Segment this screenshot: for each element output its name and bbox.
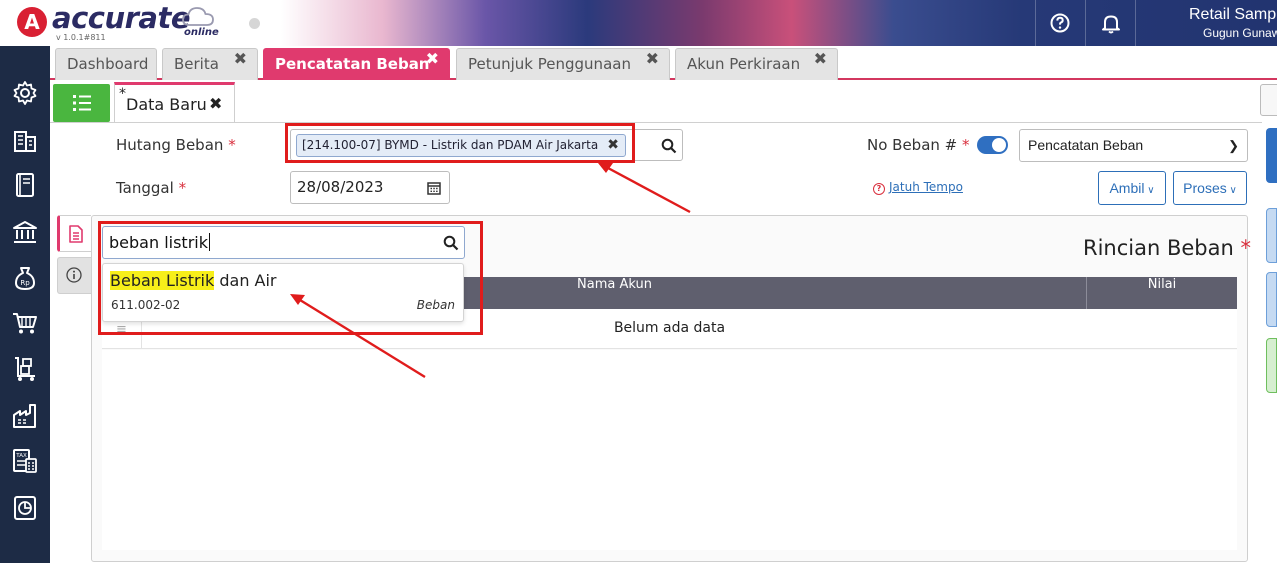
logo-badge: A bbox=[17, 7, 47, 37]
logo-text: accurate bbox=[52, 1, 191, 35]
tab-petunjuk-penggunaan[interactable]: Petunjuk Penggunaan ✖ bbox=[456, 48, 670, 80]
tab-dashboard[interactable]: Dashboard bbox=[55, 48, 157, 80]
grid-empty-area bbox=[102, 350, 1237, 550]
header-divider bbox=[1085, 0, 1086, 46]
right-action-button[interactable] bbox=[1266, 128, 1277, 183]
building-icon[interactable] bbox=[11, 126, 39, 154]
annotation-box bbox=[98, 221, 483, 335]
auto-number-toggle[interactable] bbox=[977, 136, 1008, 154]
subtab-label: Data Baru bbox=[126, 95, 207, 114]
cloud-icon bbox=[182, 7, 214, 26]
chevron-down-icon: ❯ bbox=[1228, 138, 1239, 153]
report-icon[interactable] bbox=[11, 494, 39, 522]
svg-text:TAX: TAX bbox=[15, 453, 27, 459]
side-tab-detail[interactable] bbox=[57, 215, 91, 252]
annotation-box bbox=[285, 123, 635, 163]
logo-subtitle: online bbox=[184, 27, 219, 38]
close-icon[interactable]: ✖ bbox=[426, 49, 439, 68]
user-name[interactable]: Gugun Gunaw bbox=[1203, 26, 1277, 40]
status-dot bbox=[249, 18, 260, 29]
ambil-button[interactable]: Ambil ∨ bbox=[1098, 171, 1166, 205]
header-divider bbox=[1135, 0, 1136, 46]
tab-label: Petunjuk Penggunaan bbox=[468, 55, 631, 73]
sidebar: Rp TAX bbox=[0, 46, 50, 563]
svg-text:Rp: Rp bbox=[20, 279, 30, 287]
company-name[interactable]: Retail Samp bbox=[1189, 6, 1276, 24]
chevron-down-icon: ∨ bbox=[1144, 185, 1155, 196]
tanggal-field[interactable]: 28/08/2023 bbox=[290, 171, 450, 204]
tab-akun-perkiraan[interactable]: Akun Perkiraan ✖ bbox=[675, 48, 838, 80]
trolley-boxes-icon[interactable] bbox=[11, 355, 39, 383]
list-view-button[interactable] bbox=[53, 84, 110, 122]
column-nilai[interactable]: Nilai bbox=[1087, 277, 1237, 309]
tab-label: Berita bbox=[174, 55, 219, 73]
ambil-label: Ambil bbox=[1109, 180, 1145, 196]
book-icon[interactable] bbox=[11, 171, 39, 199]
close-icon[interactable]: ✖ bbox=[814, 49, 827, 68]
no-beban-select-value: Pencatatan Beban bbox=[1028, 137, 1144, 153]
tab-data-baru[interactable]: * Data Baru ✖ bbox=[114, 82, 235, 122]
jatuh-tempo-text: Jatuh Tempo bbox=[889, 180, 963, 194]
info-icon bbox=[66, 267, 82, 283]
factory-icon[interactable] bbox=[11, 402, 39, 430]
side-tab-info[interactable] bbox=[57, 257, 91, 294]
header-divider bbox=[1035, 0, 1036, 46]
tab-bar: Dashboard Berita ✖ Pencatatan Beban ✖ Pe… bbox=[50, 46, 1277, 80]
subtab-divider bbox=[50, 122, 1262, 123]
question-circle-icon[interactable] bbox=[1049, 12, 1071, 34]
jatuh-tempo-link[interactable]: ? Jatuh Tempo bbox=[873, 180, 963, 195]
list-icon bbox=[73, 95, 91, 111]
panel-title: Rincian Beban * bbox=[1083, 236, 1251, 260]
calendar-icon[interactable] bbox=[427, 181, 441, 195]
close-icon[interactable]: ✖ bbox=[209, 94, 222, 113]
bank-icon[interactable] bbox=[11, 218, 39, 246]
close-icon[interactable]: ✖ bbox=[646, 49, 659, 68]
tab-label: Dashboard bbox=[67, 55, 149, 73]
hutang-beban-label: Hutang Beban * bbox=[116, 136, 236, 154]
tanggal-value: 28/08/2023 bbox=[297, 178, 384, 196]
bell-icon[interactable] bbox=[1100, 12, 1122, 34]
tab-berita[interactable]: Berita ✖ bbox=[162, 48, 258, 80]
no-beban-label: No Beban # * bbox=[867, 136, 970, 154]
right-action-button[interactable] bbox=[1266, 272, 1277, 327]
app-version: v 1.0.1#811 bbox=[56, 33, 106, 42]
question-circle-icon: ? bbox=[873, 183, 885, 195]
logo[interactable]: A accurate online v 1.0.1#811 bbox=[0, 0, 270, 46]
app-header: A accurate online v 1.0.1#811 Retail Sam… bbox=[0, 0, 1277, 46]
document-icon bbox=[69, 225, 83, 243]
right-toolbar-button[interactable] bbox=[1260, 84, 1277, 116]
proses-button[interactable]: Proses ∨ bbox=[1173, 171, 1247, 205]
right-action-button[interactable] bbox=[1266, 208, 1277, 263]
tab-label: Pencatatan Beban bbox=[275, 55, 430, 73]
tax-icon[interactable]: TAX bbox=[11, 447, 39, 475]
search-icon[interactable] bbox=[661, 138, 677, 154]
cart-icon[interactable] bbox=[11, 309, 39, 337]
chevron-down-icon: ∨ bbox=[1226, 185, 1237, 196]
tab-pencatatan-beban[interactable]: Pencatatan Beban ✖ bbox=[263, 48, 450, 80]
tab-label: Akun Perkiraan bbox=[687, 55, 801, 73]
close-icon[interactable]: ✖ bbox=[234, 49, 247, 68]
tanggal-label: Tanggal * bbox=[116, 179, 187, 197]
proses-label: Proses bbox=[1183, 180, 1227, 196]
money-bag-icon[interactable]: Rp bbox=[11, 264, 39, 292]
right-action-button[interactable] bbox=[1266, 338, 1277, 393]
gear-icon[interactable] bbox=[11, 79, 39, 107]
no-beban-select[interactable]: Pencatatan Beban ❯ bbox=[1019, 129, 1248, 162]
unsaved-mark: * bbox=[119, 86, 126, 102]
